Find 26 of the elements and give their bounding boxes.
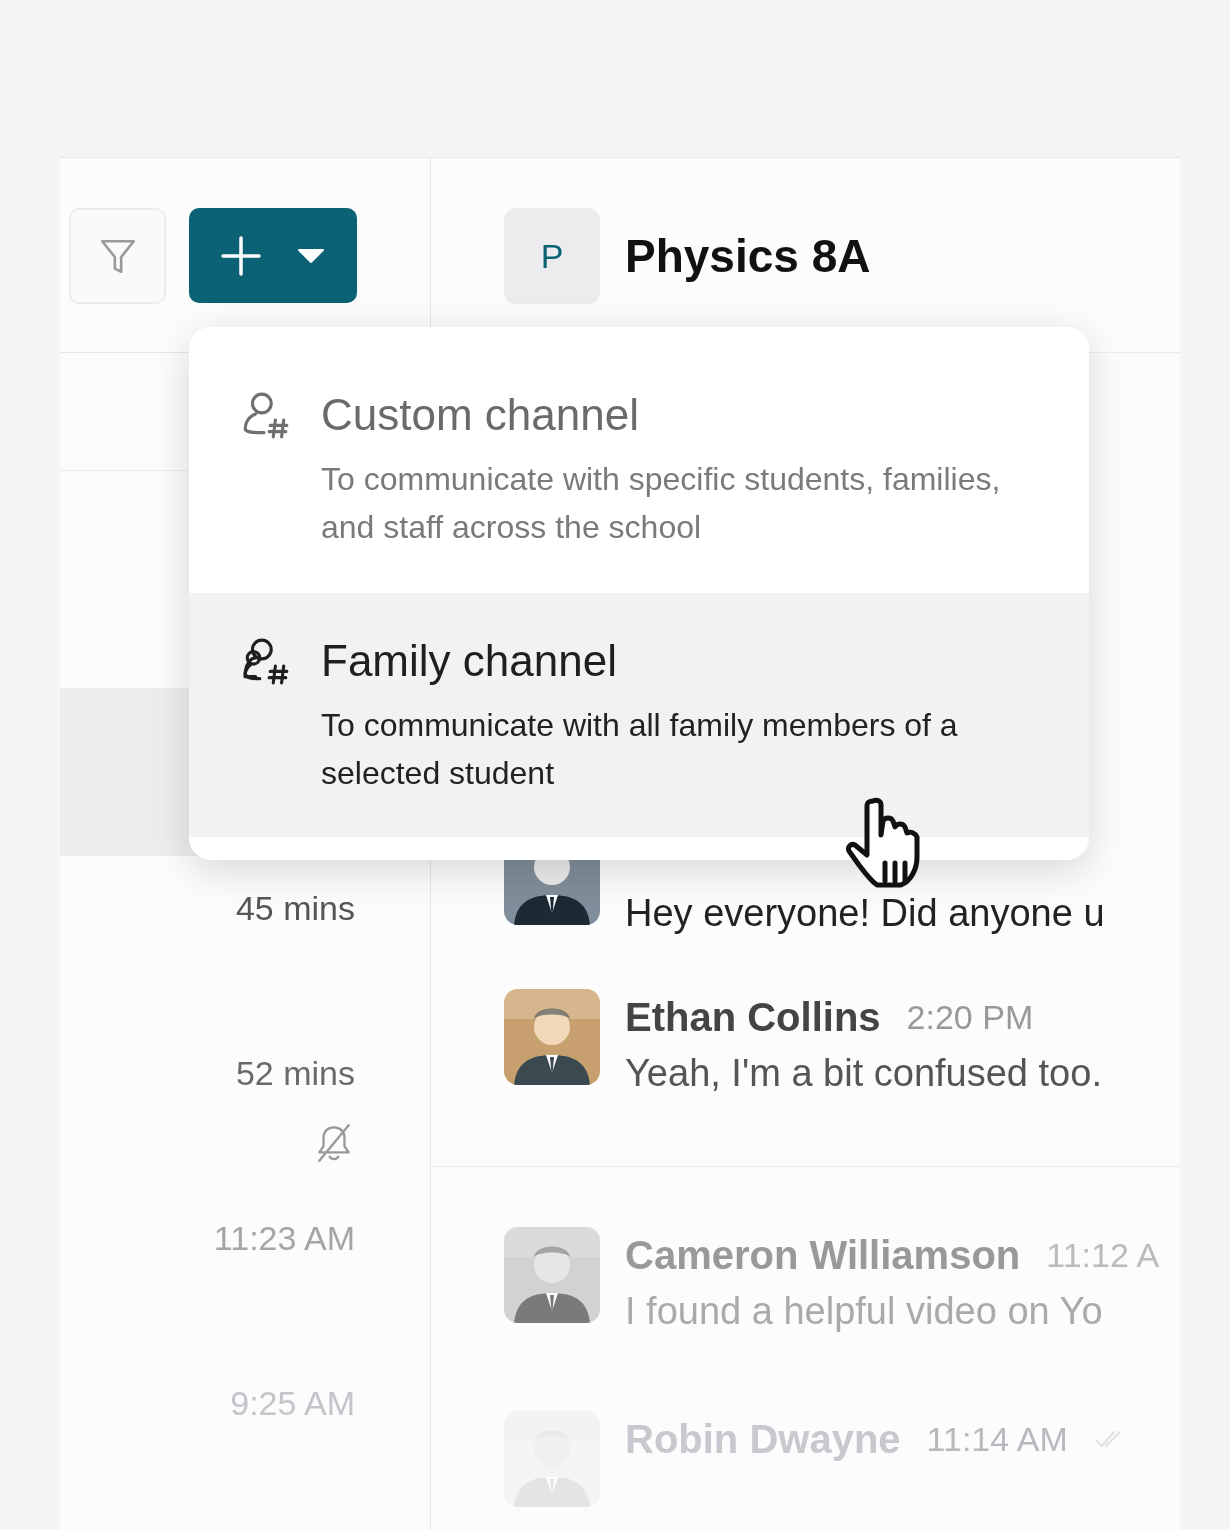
chat-time: 45 mins <box>235 888 355 928</box>
message-text: Hey everyone! Did anyone u <box>625 891 1105 936</box>
sender-name: Ethan Collins <box>625 994 881 1041</box>
menu-item-description: To communicate with specific students, families, and staff across the school <box>321 460 1002 547</box>
message-text: Yeah, I'm a bit confused too. <box>625 1051 1102 1096</box>
plus-icon <box>221 235 261 276</box>
channel-title: Physics 8A <box>625 229 871 284</box>
channel-avatar: P <box>504 208 600 304</box>
caret-icon <box>297 247 325 264</box>
message-time: 2:20 PM <box>906 996 1034 1038</box>
family-hashtag-icon <box>241 637 291 687</box>
chat-time: 52 mins <box>235 1053 355 1093</box>
message-text: I found a helpful video on Yo <box>625 1289 1104 1334</box>
person-hashtag-icon <box>241 391 291 441</box>
menu-item-title: Custom channel <box>321 389 640 441</box>
chat-time: 9:25 AM <box>230 1383 355 1423</box>
menu-item[interactable]: Custom channel To communicate with specific students, families, and staff across the school <box>189 327 1089 593</box>
chat-time: 11:23 AM <box>213 1218 355 1258</box>
sender-name: Cameron Williamson <box>625 1232 1021 1279</box>
message-time: 11:14 AM <box>926 1418 1068 1460</box>
menu-item-description: To communicate with all family members of a selected student <box>321 706 959 793</box>
message-time: 11:12 A <box>1046 1234 1160 1276</box>
new-channel-button[interactable] <box>189 208 357 303</box>
filter-button[interactable] <box>69 208 166 304</box>
menu-item[interactable]: Family channel To communicate with all family members of a selected student <box>189 593 1089 837</box>
menu-item-title: Family channel <box>321 635 618 687</box>
